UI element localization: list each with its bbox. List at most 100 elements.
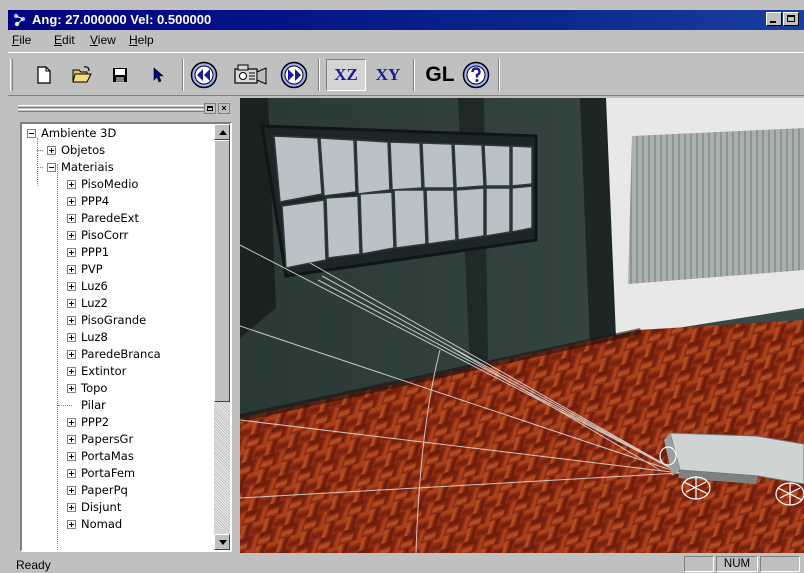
tree-node-label: PisoCorr — [81, 228, 129, 242]
forward-icon — [280, 61, 308, 89]
expand-icon[interactable] — [67, 435, 76, 444]
tree-node-material[interactable]: PortaMas — [22, 448, 212, 465]
new-button[interactable] — [28, 59, 60, 91]
save-disk-icon — [113, 68, 127, 82]
save-button[interactable] — [104, 59, 136, 91]
tree-node-material[interactable]: Luz8 — [22, 329, 212, 346]
minimize-button[interactable] — [766, 12, 782, 26]
rewind-button[interactable] — [188, 59, 220, 91]
expand-icon[interactable] — [67, 197, 76, 206]
menu-help[interactable]: Help — [129, 33, 154, 47]
rewind-icon — [190, 61, 218, 89]
help-button[interactable] — [460, 59, 492, 91]
status-bar: Ready NUM — [8, 555, 804, 573]
toolbar-separator — [498, 59, 500, 91]
tree-node-material[interactable]: Luz6 — [22, 278, 212, 295]
tree-node-label: PisoMedio — [81, 177, 139, 191]
tree-node-materiais[interactable]: Materiais — [22, 159, 212, 176]
tree-node-label: Luz8 — [81, 330, 108, 344]
expand-icon[interactable] — [67, 486, 76, 495]
plane-xz-button[interactable]: XZ — [326, 59, 366, 91]
expand-icon[interactable] — [67, 384, 76, 393]
tree-node-material[interactable]: PapersGr — [22, 431, 212, 448]
tree-list: Ambiente 3D Objetos Materiais PisoMedio … — [22, 124, 214, 550]
tree-node-material[interactable]: PaperPq — [22, 482, 212, 499]
title-bar[interactable]: Ang: 27.000000 Vel: 0.500000 — [8, 10, 804, 30]
tree-node-label: PortaMas — [81, 449, 134, 463]
expand-icon[interactable] — [67, 418, 76, 427]
tree-node-material[interactable]: Nomad — [22, 516, 212, 533]
tree-node-material[interactable]: PisoGrande — [22, 312, 212, 329]
opengl-button[interactable]: GL — [420, 59, 460, 91]
expand-icon[interactable] — [67, 248, 76, 257]
expand-icon[interactable] — [67, 231, 76, 240]
pane-close-button[interactable]: × — [218, 103, 230, 114]
scroll-down-button[interactable] — [214, 534, 230, 550]
expand-icon[interactable] — [67, 316, 76, 325]
select-button[interactable] — [142, 59, 174, 91]
tree-node-label: PapersGr — [81, 432, 134, 446]
tree-node-material[interactable]: PPP2 — [22, 414, 212, 431]
camera-icon — [234, 64, 267, 85]
tree-node-label: Objetos — [61, 143, 106, 157]
expand-icon[interactable] — [67, 503, 76, 512]
tree-node-objetos[interactable]: Objetos — [22, 142, 212, 159]
select-arrow-icon — [153, 67, 164, 83]
expand-icon[interactable] — [67, 333, 76, 342]
scroll-thumb[interactable] — [214, 140, 230, 402]
tree-node-material[interactable]: ParedeBranca — [22, 346, 212, 363]
expand-icon[interactable] — [67, 350, 76, 359]
status-cell-caps — [684, 556, 714, 572]
menu-file[interactable]: File — [12, 33, 31, 47]
tree-node-label: Disjunt — [81, 500, 122, 514]
expand-icon[interactable] — [67, 367, 76, 376]
expand-icon[interactable] — [67, 299, 76, 308]
camera-button[interactable] — [230, 59, 272, 91]
pane-header[interactable]: × — [8, 98, 238, 120]
plane-xy-button[interactable]: XY — [368, 59, 408, 91]
tree-node-material[interactable]: Topo — [22, 380, 212, 397]
status-cell-num: NUM — [716, 556, 758, 572]
tree-node-material[interactable]: Disjunt — [22, 499, 212, 516]
tree-node-material[interactable]: PPP4 — [22, 193, 212, 210]
expand-icon[interactable] — [67, 180, 76, 189]
tree-node-label: Pilar — [81, 398, 106, 412]
scene-tree-pane: × Ambiente 3D Objetos Materiais PisoMedi… — [8, 98, 238, 553]
toolbar-grip[interactable] — [10, 59, 13, 91]
pane-grip — [18, 109, 204, 112]
expand-icon[interactable] — [67, 452, 76, 461]
tree-node-material[interactable]: PPP1 — [22, 244, 212, 261]
expand-icon[interactable] — [67, 520, 76, 529]
tree-node-label: ParedeExt — [81, 211, 139, 225]
forward-button[interactable] — [278, 59, 310, 91]
expand-icon[interactable] — [67, 469, 76, 478]
tree-node-material[interactable]: Luz2 — [22, 295, 212, 312]
maximize-button[interactable] — [783, 12, 799, 26]
tree-node-material[interactable]: PVP — [22, 261, 212, 278]
tree-scrollbar[interactable] — [214, 124, 230, 550]
collapse-icon[interactable] — [47, 163, 56, 172]
tree-node-material[interactable]: Extintor — [22, 363, 212, 380]
scene-tree[interactable]: Ambiente 3D Objetos Materiais PisoMedio … — [20, 122, 232, 552]
collapse-icon[interactable] — [27, 129, 36, 138]
tree-node-material[interactable]: PisoCorr — [22, 227, 212, 244]
tree-node-material[interactable]: PortaFem — [22, 465, 212, 482]
scene-render — [240, 98, 804, 553]
tree-node-material[interactable]: PisoMedio — [22, 176, 212, 193]
menu-edit[interactable]: Edit — [54, 33, 75, 47]
open-button[interactable] — [66, 59, 98, 91]
tree-node-material[interactable]: ParedeExt — [22, 210, 212, 227]
3d-viewport[interactable] — [240, 98, 804, 553]
expand-icon[interactable] — [67, 265, 76, 274]
toolbar: XZ XY GL — [8, 52, 804, 96]
tree-node-root[interactable]: Ambiente 3D — [22, 125, 212, 142]
tree-node-label: PPP1 — [81, 245, 110, 259]
tree-guide — [58, 405, 72, 406]
expand-icon[interactable] — [47, 146, 56, 155]
pane-restore-button[interactable] — [204, 103, 216, 114]
expand-icon[interactable] — [67, 282, 76, 291]
scroll-up-button[interactable] — [214, 124, 230, 140]
menu-view[interactable]: View — [90, 33, 116, 47]
expand-icon[interactable] — [67, 214, 76, 223]
tree-node-material-leaf[interactable]: Pilar — [22, 397, 212, 414]
